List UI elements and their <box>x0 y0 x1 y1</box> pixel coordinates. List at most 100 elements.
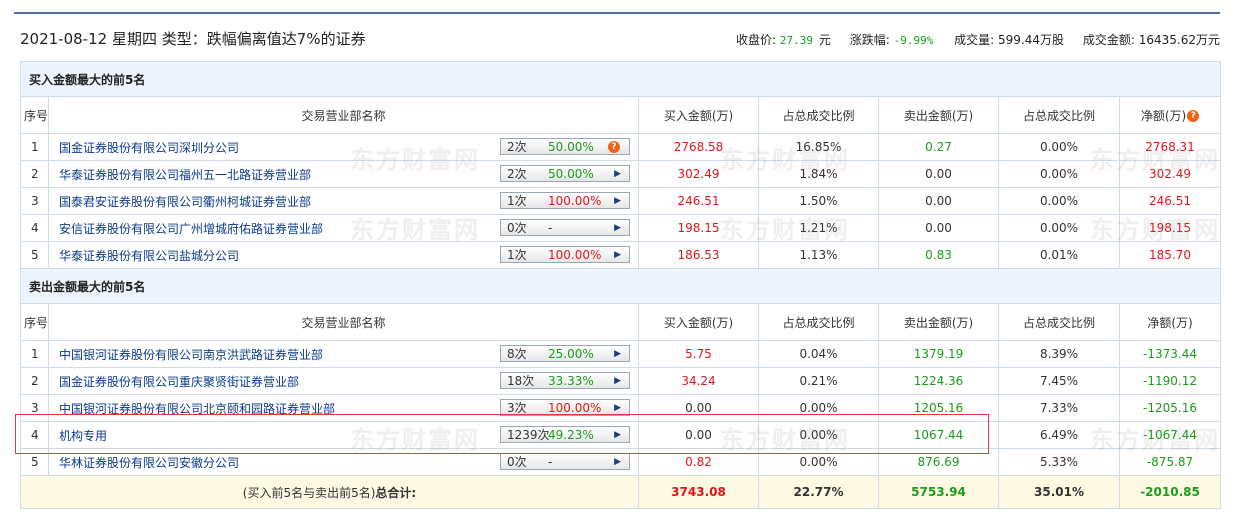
total-buy: 3743.08 <box>638 475 759 509</box>
sell-table-row: 4 机构专用 1239次 49.23% ▶ 0.00 0.00% 1067.44 6.49% -1… <box>20 421 1222 449</box>
branch-name-link[interactable]: 安信证券股份有限公司广州增城府佑路证券营业部 <box>59 222 323 236</box>
row-buy-pct: 1.13% <box>758 241 879 269</box>
total-sell: 5753.94 <box>878 475 999 509</box>
total-sell-pct: 35.01% <box>998 475 1120 509</box>
row-seq: 2 <box>20 160 49 188</box>
row-seq: 2 <box>20 367 49 395</box>
triangle-right-icon: ▶ <box>614 196 621 206</box>
row-buy: 0.00 <box>638 421 759 449</box>
col-seq: 序号 <box>20 96 49 134</box>
row-net: -1067.44 <box>1118 421 1222 449</box>
listing-count: 8次 <box>507 347 527 361</box>
amount-value: 16435.62万元 <box>1138 33 1220 47</box>
close-price-unit: 元 <box>818 33 831 47</box>
branch-name-link[interactable]: 华泰证券股份有限公司盐城分公司 <box>59 249 239 263</box>
branch-cell: 华林证券股份有限公司安徽分公司 0次 - ▶ <box>48 448 639 476</box>
row-buy-pct: 0.00% <box>758 448 879 476</box>
row-sell-pct: 6.49% <box>998 421 1120 449</box>
row-buy-pct: 1.84% <box>758 160 879 188</box>
row-net: -875.87 <box>1118 448 1222 476</box>
row-buy: 302.49 <box>638 160 759 188</box>
success-rate: 50.00% <box>548 167 594 181</box>
branch-stats-dropdown[interactable]: 0次 - ▶ <box>500 219 630 236</box>
col-name: 交易营业部名称 <box>48 96 639 134</box>
row-buy: 186.53 <box>638 241 759 269</box>
buy-table-row: 5 华泰证券股份有限公司盐城分公司 1次 100.00% ▶ 186.53 1.13% 0.8… <box>20 241 1222 269</box>
total-buy-pct: 22.77% <box>758 475 879 509</box>
buy-table-row: 4 安信证券股份有限公司广州增城府佑路证券营业部 0次 - ▶ 198.15 1.21% 0.… <box>20 214 1222 242</box>
branch-cell: 中国银河证券股份有限公司南京洪武路证券营业部 8次 25.00% ▶ <box>48 340 639 368</box>
row-net: 2768.31 <box>1118 133 1222 161</box>
row-sell: 0.00 <box>878 187 999 215</box>
row-seq: 3 <box>20 187 49 215</box>
row-buy: 5.75 <box>638 340 759 368</box>
col-buy-pct: 占总成交比例 <box>758 303 879 341</box>
listing-count: 1次 <box>507 248 527 262</box>
branch-stats-dropdown[interactable]: 2次 50.00% ▶ <box>500 165 630 182</box>
total-row: (买入前5名与卖出前5名)总合计: 3743.08 22.77% 5753.94… <box>20 475 1222 509</box>
branch-name-link[interactable]: 机构专用 <box>59 429 107 443</box>
branch-name-link[interactable]: 中国银河证券股份有限公司北京颐和园路证券营业部 <box>59 402 335 416</box>
row-buy-pct: 1.50% <box>758 187 879 215</box>
total-label-text: 总合计: <box>375 485 417 500</box>
buy-column-header: 序号 交易营业部名称 买入金额(万) 占总成交比例 卖出金额(万) 占总成交比例… <box>20 96 1222 134</box>
sell-table-row: 3 中国银河证券股份有限公司北京颐和园路证券营业部 3次 100.00% ▶ 0.00 0.… <box>20 394 1222 422</box>
branch-stats-dropdown[interactable]: 1次 100.00% ▶ <box>500 246 630 263</box>
branch-name-link[interactable]: 华林证券股份有限公司安徽分公司 <box>59 456 239 470</box>
success-rate: 100.00% <box>548 194 602 208</box>
triangle-right-icon: ▶ <box>614 430 621 440</box>
question-circle-icon[interactable]: ? <box>1187 109 1200 122</box>
branch-name-link[interactable]: 国泰君安证券股份有限公司衢州柯城证券营业部 <box>59 195 311 209</box>
row-seq: 5 <box>20 448 49 476</box>
question-circle-icon[interactable]: ? <box>608 141 620 153</box>
row-sell-pct: 0.00% <box>998 133 1120 161</box>
dragon-tiger-table: 买入金额最大的前5名 序号 交易营业部名称 买入金额(万) 占总成交比例 卖出金… <box>19 61 1222 509</box>
sell-section-title: 卖出金额最大的前5名 <box>19 268 1222 304</box>
branch-name-link[interactable]: 国金证券股份有限公司重庆聚贤街证券营业部 <box>59 375 299 389</box>
trade-date: 2021-08-12 <box>20 30 108 48</box>
col-buy: 买入金额(万) <box>638 96 759 134</box>
close-price-value: 27.39 <box>779 34 814 47</box>
row-sell: 876.69 <box>878 448 999 476</box>
row-net: 246.51 <box>1118 187 1222 215</box>
branch-stats-dropdown[interactable]: 2次 50.00%? <box>500 138 630 155</box>
change-label: 涨跌幅: <box>849 33 890 47</box>
row-buy: 198.15 <box>638 214 759 242</box>
col-seq: 序号 <box>20 303 49 341</box>
branch-stats-dropdown[interactable]: 3次 100.00% ▶ <box>500 399 630 416</box>
col-sell: 卖出金额(万) <box>878 303 999 341</box>
branch-name-link[interactable]: 华泰证券股份有限公司福州五一北路证券营业部 <box>59 168 311 182</box>
buy-table-row: 3 国泰君安证券股份有限公司衢州柯城证券营业部 1次 100.00% ▶ 246.51 1.… <box>20 187 1222 215</box>
sell-table-row: 2 国金证券股份有限公司重庆聚贤街证券营业部 18次 33.33% ▶ 34.24 0.21… <box>20 367 1222 395</box>
buy-table-row: 1 国金证券股份有限公司深圳分公司 2次 50.00%? 2768.58 16.85% 0.… <box>20 133 1222 161</box>
branch-stats-dropdown[interactable]: 1239次 49.23% ▶ <box>500 426 630 443</box>
branch-cell: 国金证券股份有限公司重庆聚贤街证券营业部 18次 33.33% ▶ <box>48 367 639 395</box>
branch-name-link[interactable]: 中国银河证券股份有限公司南京洪武路证券营业部 <box>59 348 323 362</box>
row-sell: 0.00 <box>878 160 999 188</box>
row-net: -1205.16 <box>1118 394 1222 422</box>
branch-stats-dropdown[interactable]: 1次 100.00% ▶ <box>500 192 630 209</box>
listing-count: 1239次 <box>507 428 550 442</box>
branch-stats-dropdown[interactable]: 18次 33.33% ▶ <box>500 372 630 389</box>
stock-stats: 收盘价: 27.39 元 涨跌幅: -9.99% 成交量: 599.44万股 成… <box>721 31 1220 48</box>
buy-section-header: 买入金额最大的前5名 <box>19 61 1222 97</box>
success-rate: 33.33% <box>548 374 594 388</box>
row-sell-pct: 0.00% <box>998 160 1120 188</box>
top-divider <box>14 12 1220 14</box>
success-rate: 50.00% <box>548 140 594 154</box>
sell-table-row: 1 中国银河证券股份有限公司南京洪武路证券营业部 8次 25.00% ▶ 5.75 0.04… <box>20 340 1222 368</box>
row-buy-pct: 16.85% <box>758 133 879 161</box>
row-sell-pct: 0.01% <box>998 241 1120 269</box>
change-value: -9.99% <box>893 34 934 47</box>
listing-count: 1次 <box>507 194 527 208</box>
row-sell: 0.83 <box>878 241 999 269</box>
sell-section-header: 卖出金额最大的前5名 <box>19 268 1222 304</box>
branch-cell: 中国银河证券股份有限公司北京颐和园路证券营业部 3次 100.00% ▶ <box>48 394 639 422</box>
row-sell-pct: 7.45% <box>998 367 1120 395</box>
row-seq: 5 <box>20 241 49 269</box>
branch-stats-dropdown[interactable]: 0次 - ▶ <box>500 453 630 470</box>
row-net: 198.15 <box>1118 214 1222 242</box>
branch-name-link[interactable]: 国金证券股份有限公司深圳分公司 <box>59 141 239 155</box>
page-header: 2021-08-12 星期四 类型：跌幅偏离值达7%的证券 收盘价: 27.39… <box>20 25 1220 53</box>
branch-stats-dropdown[interactable]: 8次 25.00% ▶ <box>500 345 630 362</box>
